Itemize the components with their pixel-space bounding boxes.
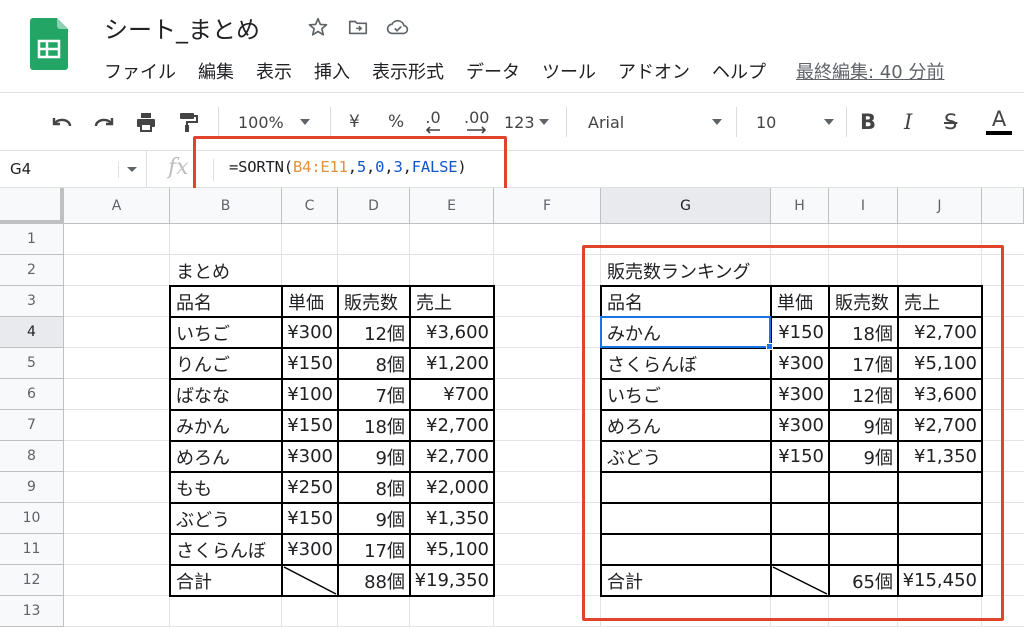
row-header-10[interactable]: 10 xyxy=(0,503,64,534)
column-header-e[interactable]: E xyxy=(410,188,494,224)
column-header-b[interactable]: B xyxy=(170,188,282,224)
row-header-4[interactable]: 4 xyxy=(0,317,64,348)
summary-table-title[interactable]: まとめ xyxy=(170,255,390,286)
column-header-a[interactable]: A xyxy=(64,188,170,224)
row-header-11[interactable]: 11 xyxy=(0,534,64,565)
star-icon[interactable] xyxy=(305,14,331,40)
redo-icon[interactable] xyxy=(92,93,116,151)
row-header-12[interactable]: 12 xyxy=(0,565,64,596)
row-header-7[interactable]: 7 xyxy=(0,410,64,441)
chevron-down-icon xyxy=(712,119,722,125)
column-header-d[interactable]: D xyxy=(338,188,410,224)
last-edit-link[interactable]: 最終編集: 40 分前 xyxy=(796,58,944,84)
name-box[interactable]: G4 xyxy=(0,151,147,188)
formula-bar: G4 fx =SORTN(B4:E11,5,0,3,FALSE) xyxy=(0,150,1024,188)
row-header-8[interactable]: 8 xyxy=(0,441,64,472)
menu-help[interactable]: ヘルプ xyxy=(712,58,766,84)
move-folder-icon[interactable] xyxy=(345,14,371,40)
menu-format[interactable]: 表示形式 xyxy=(372,58,444,84)
text-color-swatch xyxy=(986,131,1012,135)
column-header-i[interactable]: I xyxy=(829,188,898,224)
document-title[interactable]: シート_まとめ xyxy=(104,10,260,45)
column-header-g[interactable]: G xyxy=(601,188,771,224)
menu-view[interactable]: 表示 xyxy=(256,58,292,84)
font-select[interactable]: Arial xyxy=(588,93,722,151)
print-icon[interactable] xyxy=(134,93,158,151)
menu-edit[interactable]: 編集 xyxy=(198,58,234,84)
row-header-3[interactable]: 3 xyxy=(0,286,64,317)
font-size-select[interactable]: 10 xyxy=(756,93,834,151)
column-header-j[interactable]: J xyxy=(898,188,982,224)
row-header-1[interactable]: 1 xyxy=(0,224,64,255)
column-header-f[interactable]: F xyxy=(494,188,601,224)
chevron-down-icon xyxy=(538,119,549,125)
text-color-button[interactable]: A xyxy=(986,93,1012,151)
row-header-9[interactable]: 9 xyxy=(0,472,64,503)
row-header-2[interactable]: 2 xyxy=(0,255,64,286)
column-header-c[interactable]: C xyxy=(282,188,338,224)
cloud-saved-icon[interactable] xyxy=(385,14,411,40)
bold-button[interactable]: B xyxy=(860,93,876,151)
column-header-extra[interactable] xyxy=(982,188,1024,224)
menu-insert[interactable]: 挿入 xyxy=(314,58,350,84)
menu-tools[interactable]: ツール xyxy=(542,58,596,84)
fx-icon: fx xyxy=(168,155,189,180)
menu-data[interactable]: データ xyxy=(466,58,520,84)
toolbar: 100% ¥ % .0 .00 123 Arial 10 B I S A xyxy=(0,92,1024,150)
column-header-h[interactable]: H xyxy=(771,188,829,224)
menu-file[interactable]: ファイル xyxy=(104,58,176,84)
italic-button[interactable]: I xyxy=(904,93,912,151)
sheets-logo-icon[interactable] xyxy=(30,18,68,70)
menu-bar: ファイル 編集 表示 挿入 表示形式 データ ツール アドオン ヘルプ 最終編集… xyxy=(104,58,944,84)
formula-highlight-box xyxy=(193,136,507,194)
chevron-down-icon xyxy=(299,119,310,125)
row-header-5[interactable]: 5 xyxy=(0,348,64,379)
menu-addons[interactable]: アドオン xyxy=(618,58,690,84)
app-header: シート_まとめ ファイル 編集 表示 挿入 表示形式 データ ツール アドオン … xyxy=(0,0,1024,92)
row-header-13[interactable]: 13 xyxy=(0,596,64,627)
chevron-down-icon xyxy=(127,167,137,172)
row-header-6[interactable]: 6 xyxy=(0,379,64,410)
select-all-corner[interactable] xyxy=(0,188,64,224)
strikethrough-button[interactable]: S xyxy=(944,93,957,151)
ranking-highlight-box xyxy=(582,245,1004,621)
chevron-down-icon xyxy=(824,119,834,125)
diagonal-line xyxy=(283,566,337,595)
undo-icon[interactable] xyxy=(50,93,74,151)
more-formats-button[interactable]: 123 xyxy=(504,93,549,151)
